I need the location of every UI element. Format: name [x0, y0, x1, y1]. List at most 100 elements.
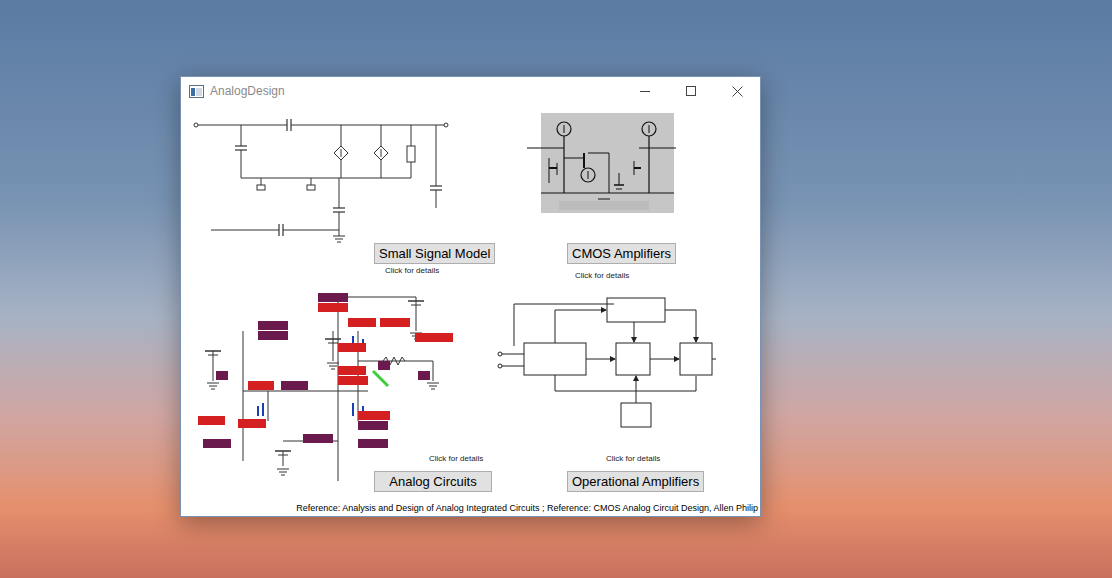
figure-part	[327, 363, 339, 364]
figure-part	[338, 343, 366, 352]
figure-part	[564, 158, 584, 159]
figure-part	[207, 383, 219, 384]
figure-part	[335, 239, 343, 240]
figure-part	[680, 343, 712, 375]
figure-part	[209, 386, 217, 387]
figure-part	[588, 171, 589, 179]
figure-diagram	[191, 108, 456, 251]
figure-part	[407, 146, 415, 162]
app-window: AnalogDesign Small Signal Model Click fo…	[180, 76, 761, 517]
figure-part	[338, 297, 339, 481]
figure-part	[541, 113, 674, 213]
figure-part	[352, 403, 354, 416]
minimize-button[interactable]	[622, 77, 668, 105]
figure-part	[418, 371, 430, 380]
cmos-button[interactable]: CMOS Amplifiers	[567, 243, 676, 264]
figure-part	[586, 359, 615, 360]
figure-part	[281, 381, 308, 390]
figure-part	[373, 371, 388, 386]
figure-part	[712, 359, 716, 360]
figure-part	[498, 364, 502, 368]
figure-part	[650, 359, 679, 360]
figure-cmos[interactable]	[524, 113, 679, 223]
small-signal-button[interactable]: Small Signal Model	[374, 243, 495, 264]
figure-part	[278, 224, 279, 236]
figure-part	[338, 376, 368, 385]
desktop: AnalogDesign Small Signal Model Click fo…	[0, 0, 1112, 578]
figure-part	[411, 162, 412, 178]
figure-part	[241, 150, 242, 178]
figure-opamp[interactable]	[494, 296, 716, 431]
figure-part	[502, 354, 524, 355]
figure-part	[328, 343, 338, 344]
figure-part	[278, 455, 288, 456]
figure-part	[275, 450, 291, 452]
close-button[interactable]	[714, 77, 760, 105]
figure-part	[338, 297, 416, 298]
figure-small-signal[interactable]	[191, 108, 456, 251]
figure-diagram	[524, 113, 679, 223]
figure-part	[408, 300, 424, 302]
figure-part	[243, 331, 244, 461]
opamp-button[interactable]: Operational Amplifiers	[567, 471, 704, 492]
figure-part	[268, 391, 269, 421]
figure-part	[411, 125, 412, 146]
figure-part	[333, 331, 334, 361]
maximize-button[interactable]	[668, 77, 714, 105]
figure-part	[524, 343, 586, 375]
figure-part	[378, 361, 390, 370]
figure-part	[415, 333, 453, 342]
reference-text: Reference: Analysis and Design of Analog…	[296, 503, 758, 514]
figure-part	[431, 389, 435, 390]
figure-part	[381, 125, 382, 146]
figure-part	[341, 149, 342, 157]
content-canvas: Small Signal Model Click for details CMO…	[181, 77, 760, 516]
figure-part	[216, 371, 228, 380]
figure-part	[262, 403, 264, 416]
figure-part	[358, 421, 388, 430]
analog-button[interactable]: Analog Circuits	[374, 471, 492, 492]
figure-part	[307, 185, 315, 190]
figure-part	[555, 391, 696, 392]
figure-part	[257, 185, 265, 190]
figure-part	[303, 434, 333, 443]
figure-analog[interactable]	[183, 291, 456, 486]
figure-part	[208, 355, 218, 356]
figure-part	[241, 125, 242, 146]
figure-part	[696, 376, 697, 391]
figure-part	[581, 168, 595, 182]
details-hint: Click for details	[385, 265, 439, 277]
figure-part	[514, 304, 515, 346]
figure-part	[514, 304, 614, 305]
details-hint: Click for details	[429, 453, 483, 465]
figure-part	[358, 439, 388, 448]
figure-part	[348, 318, 376, 327]
figure-part	[205, 350, 221, 352]
figure-part	[238, 419, 266, 428]
figure-part	[527, 147, 564, 148]
figure-part	[421, 125, 446, 126]
figure-part	[557, 163, 558, 175]
figure-diagram	[183, 291, 456, 486]
figure-part	[649, 125, 650, 133]
figure-part	[398, 363, 399, 372]
figure-part	[337, 242, 341, 243]
figure-part	[498, 352, 502, 356]
figure-part	[258, 331, 288, 340]
figure-part	[549, 158, 550, 183]
figure-part	[619, 173, 620, 185]
figure-part	[648, 136, 649, 193]
figure-part	[609, 153, 610, 193]
figure-part	[338, 366, 366, 375]
figure-part	[279, 472, 287, 473]
figure-part	[333, 236, 345, 237]
figure-part	[555, 310, 606, 311]
figure-part	[283, 451, 284, 466]
figure-part	[430, 185, 442, 186]
figure-part	[333, 207, 345, 208]
figure-part	[559, 201, 649, 210]
figure-part	[436, 190, 437, 208]
figure-part	[281, 475, 285, 476]
details-hint: Click for details	[575, 270, 629, 282]
figure-part	[433, 361, 434, 381]
